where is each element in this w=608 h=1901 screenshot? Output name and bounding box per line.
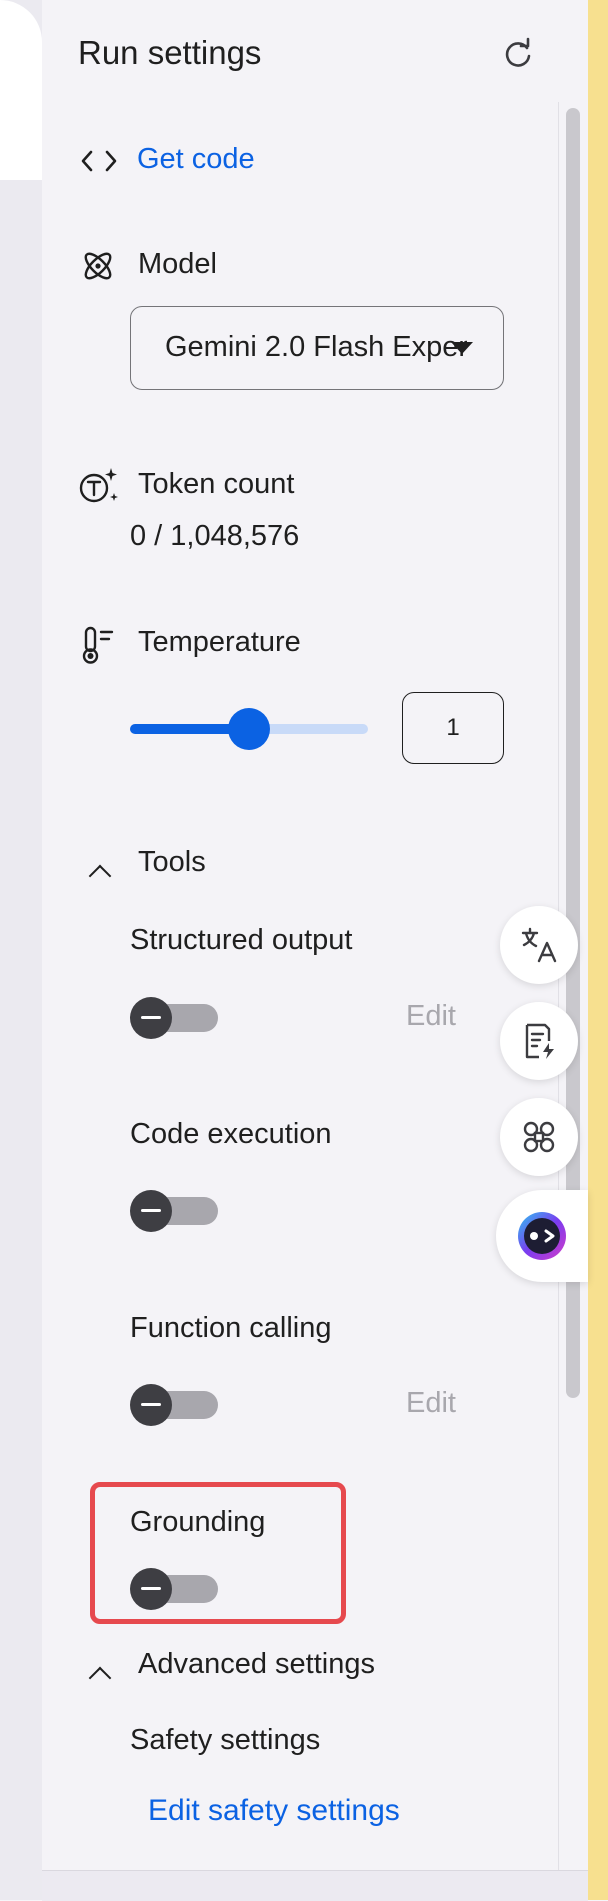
structured-output-label: Structured output [130, 924, 353, 956]
atom-model-icon [84, 252, 112, 280]
token-count-label: Token count [138, 468, 295, 500]
command-key-icon [523, 1121, 555, 1153]
translate-icon [521, 927, 557, 963]
safety-settings-label: Safety settings [130, 1724, 321, 1756]
code-brackets-icon [81, 150, 117, 172]
tools-section-label[interactable]: Tools [138, 846, 206, 879]
structured-output-toggle[interactable] [130, 997, 218, 1039]
left-pane-edge [0, 0, 42, 1900]
function-calling-toggle[interactable] [130, 1384, 218, 1426]
translate-button[interactable] [500, 906, 578, 984]
grounding-highlight [90, 1482, 346, 1624]
edit-safety-settings-link[interactable]: Edit safety settings [148, 1794, 400, 1828]
toggle-knob [130, 1568, 172, 1610]
left-pane-card [0, 0, 42, 180]
assistant-button[interactable] [496, 1190, 588, 1282]
token-count-value: 0 / 1,048,576 [130, 520, 300, 552]
command-button[interactable] [500, 1098, 578, 1176]
token-sparkle-icon [79, 468, 118, 503]
thermometer-icon [82, 626, 114, 664]
slider-thumb[interactable] [228, 708, 270, 750]
summarize-button[interactable] [500, 1002, 578, 1080]
model-select[interactable]: Gemini 2.0 Flash Experimental [130, 306, 504, 390]
function-calling-edit[interactable]: Edit [406, 1387, 456, 1420]
dropdown-caret-icon [451, 342, 473, 354]
toggle-knob [130, 997, 172, 1039]
temperature-input[interactable]: 1 [402, 692, 504, 764]
summarize-doc-icon [525, 1023, 554, 1059]
structured-output-edit[interactable]: Edit [406, 1000, 456, 1033]
toggle-knob [130, 1190, 172, 1232]
grounding-label: Grounding [130, 1506, 266, 1538]
toggle-knob [130, 1384, 172, 1426]
temperature-slider[interactable] [130, 708, 368, 750]
panel-title: Run settings [78, 34, 262, 71]
assistant-face-icon [518, 1212, 566, 1260]
panel-footer [42, 1870, 588, 1901]
model-label: Model [138, 248, 217, 280]
function-calling-label: Function calling [130, 1312, 332, 1344]
model-select-value: Gemini 2.0 Flash Experimental [165, 331, 467, 363]
grounding-toggle[interactable] [130, 1568, 218, 1610]
temperature-label: Temperature [138, 626, 301, 658]
reset-icon[interactable] [500, 36, 536, 72]
window-edge [588, 0, 608, 1900]
code-execution-label: Code execution [130, 1118, 332, 1150]
get-code-link[interactable]: Get code [137, 143, 255, 176]
code-execution-toggle[interactable] [130, 1190, 218, 1232]
advanced-settings-label[interactable]: Advanced settings [138, 1648, 375, 1681]
